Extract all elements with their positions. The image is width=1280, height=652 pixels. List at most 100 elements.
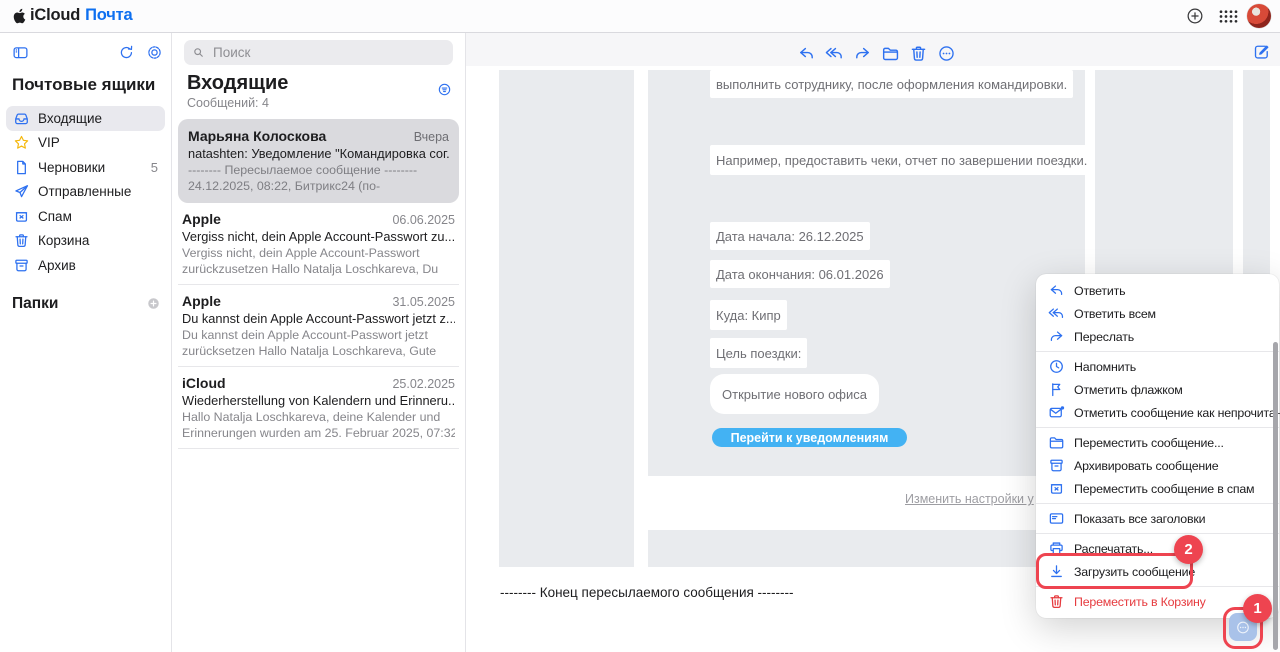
- email-sender: Apple: [182, 292, 221, 310]
- forward-icon[interactable]: [853, 44, 872, 63]
- email-preview: Vergiss nicht, dein Apple Account-Passwo…: [182, 245, 455, 261]
- folders-title: Папки: [12, 295, 58, 313]
- sidebar-item-inbox[interactable]: Входящие: [6, 106, 165, 131]
- menu-item-flag[interactable]: Отметить флажком: [1036, 378, 1279, 401]
- sidebar-item-vip[interactable]: VIP: [6, 131, 165, 156]
- reply-icon: [1048, 282, 1065, 299]
- search-field[interactable]: [184, 40, 453, 65]
- annotation-badge-1: 1: [1243, 594, 1272, 623]
- email-preview: -------- Пересылаемое сообщение --------: [188, 162, 449, 178]
- email-row[interactable]: Apple06.06.2025 Vergiss nicht, dein Appl…: [178, 203, 459, 285]
- body-line: выполнить сотруднику, после оформления к…: [710, 70, 1073, 98]
- email-preview: 24.12.2025, 08:22, Битрикс24 (по-: [188, 178, 449, 194]
- sidebar-item-label: VIP: [38, 135, 60, 150]
- envelope-unread-icon: [1048, 404, 1065, 421]
- change-settings-link[interactable]: Изменить настройки у: [905, 492, 1034, 506]
- avatar[interactable]: [1247, 4, 1271, 28]
- spam-box-icon: [1048, 480, 1065, 497]
- sidebar: Почтовые ящики Входящие VIP Черновики 5 …: [0, 32, 172, 652]
- menu-item-reply[interactable]: Ответить: [1036, 279, 1279, 302]
- archive-icon: [1048, 457, 1065, 474]
- search-icon: [192, 46, 205, 59]
- email-row[interactable]: Apple 31.05.2025 Du kannst dein Apple Acc…: [178, 285, 459, 367]
- sidebar-item-spam[interactable]: Спам: [6, 204, 165, 229]
- sidebar-item-archive[interactable]: Архив: [6, 253, 165, 278]
- menu-item-download-message[interactable]: Загрузить сообщение 2: [1036, 560, 1279, 583]
- email-body-main: выполнить сотруднику, после оформления к…: [648, 70, 1085, 476]
- sidebar-title: Почтовые ящики: [12, 75, 171, 95]
- menu-item-remind[interactable]: Напомнить: [1036, 355, 1279, 378]
- mailbox-list: Входящие VIP Черновики 5 Отправленные Сп…: [0, 106, 171, 278]
- trash-icon[interactable]: [909, 44, 928, 63]
- more-icon[interactable]: [937, 44, 956, 63]
- menu-item-reply-all[interactable]: Ответить всем: [1036, 302, 1279, 325]
- menu-separator: [1036, 427, 1279, 428]
- menu-item-archive-message[interactable]: Архивировать сообщение: [1036, 454, 1279, 477]
- sidebar-toggle-icon[interactable]: [12, 44, 29, 61]
- search-input[interactable]: [211, 44, 445, 61]
- go-to-notifications-button[interactable]: Перейти к уведомлениям: [712, 428, 907, 447]
- menu-item-label: Загрузить сообщение: [1074, 565, 1195, 579]
- menu-item-move-message[interactable]: Переместить сообщение...: [1036, 431, 1279, 454]
- sidebar-item-trash[interactable]: Корзина: [6, 229, 165, 254]
- email-row-selected[interactable]: Марьяна КолосковаВчера natashten: Уведом…: [178, 119, 459, 203]
- menu-item-move-to-spam[interactable]: Переместить сообщение в спам: [1036, 477, 1279, 500]
- drafts-count: 5: [151, 160, 158, 175]
- settings-gear-icon[interactable]: [146, 44, 163, 61]
- draft-icon: [13, 159, 30, 176]
- brand-icloud: iCloud: [30, 6, 80, 24]
- filter-icon[interactable]: [437, 82, 452, 97]
- clock-icon: [1048, 358, 1065, 375]
- body-line: Цель поездки:: [710, 338, 807, 368]
- sidebar-item-sent[interactable]: Отправленные: [6, 180, 165, 205]
- menu-item-print[interactable]: Распечатать...: [1036, 537, 1279, 560]
- menu-separator: [1036, 351, 1279, 352]
- forward-icon: [1048, 328, 1065, 345]
- compose-icon[interactable]: [1252, 43, 1270, 61]
- sidebar-item-label: Входящие: [38, 111, 102, 126]
- sidebar-item-label: Спам: [38, 209, 72, 224]
- apple-logo: [12, 8, 26, 24]
- download-icon: [1048, 563, 1065, 580]
- move-to-folder-icon[interactable]: [881, 44, 900, 63]
- email-date: 31.05.2025: [392, 295, 455, 309]
- brand-app: Почта: [85, 6, 132, 24]
- body-line: Куда: Кипр: [710, 300, 787, 330]
- email-body-left-column: [499, 70, 634, 567]
- reply-all-icon: [1048, 305, 1065, 322]
- list-header: Входящие Сообщений: 4: [187, 72, 450, 110]
- email-subject: Du kannst dein Apple Account-Passwort je…: [182, 310, 455, 327]
- reading-pane: выполнить сотруднику, после оформления к…: [466, 32, 1280, 652]
- list-count: Сообщений: 4: [187, 96, 450, 110]
- trash-icon: [1048, 593, 1065, 610]
- email-body-footer-band: [648, 530, 1085, 567]
- add-circle-icon[interactable]: [1186, 7, 1204, 25]
- topbar: iCloud Почта: [0, 0, 1280, 33]
- reply-all-icon[interactable]: [825, 44, 844, 63]
- menu-item-show-headers[interactable]: Показать все заголовки: [1036, 507, 1279, 530]
- trash-icon: [13, 232, 30, 249]
- email-preview: Du kannst dein Apple Account-Passwort je…: [182, 327, 455, 343]
- vertical-scrollbar[interactable]: [1273, 342, 1278, 650]
- list-title: Входящие: [187, 72, 450, 94]
- body-line: Открытие нового офиса: [710, 374, 879, 414]
- email-row[interactable]: iCloud25.02.2025 Wiederherstellung von K…: [178, 367, 459, 449]
- message-list-pane: Входящие Сообщений: 4 Марьяна Колоскова В…: [172, 32, 466, 652]
- sidebar-item-drafts[interactable]: Черновики 5: [6, 155, 165, 180]
- refresh-icon[interactable]: [118, 44, 135, 61]
- menu-item-mark-unread[interactable]: Отметить сообщение как непрочитанное: [1036, 401, 1279, 424]
- email-date: Вчера: [414, 130, 449, 144]
- reply-icon[interactable]: [797, 44, 816, 63]
- email-sender: iCloud: [182, 374, 226, 392]
- message-context-menu: Ответить Ответить всем Переслать Напомни…: [1036, 274, 1279, 618]
- menu-item-forward[interactable]: Переслать: [1036, 325, 1279, 348]
- body-line: Дата начала: 26.12.2025: [710, 222, 870, 250]
- apps-grid-icon[interactable]: [1219, 10, 1238, 23]
- menu-item-label: Распечатать...: [1074, 542, 1153, 556]
- plus-circle-icon[interactable]: [146, 296, 161, 311]
- headers-icon: [1048, 510, 1065, 527]
- email-sender: Марьяна Колоскова: [188, 127, 326, 145]
- forwarded-message-end: -------- Конец пересылаемого сообщения -…: [500, 585, 794, 600]
- menu-separator: [1036, 533, 1279, 534]
- menu-item-label: Отметить сообщение как непрочитанное: [1074, 406, 1280, 420]
